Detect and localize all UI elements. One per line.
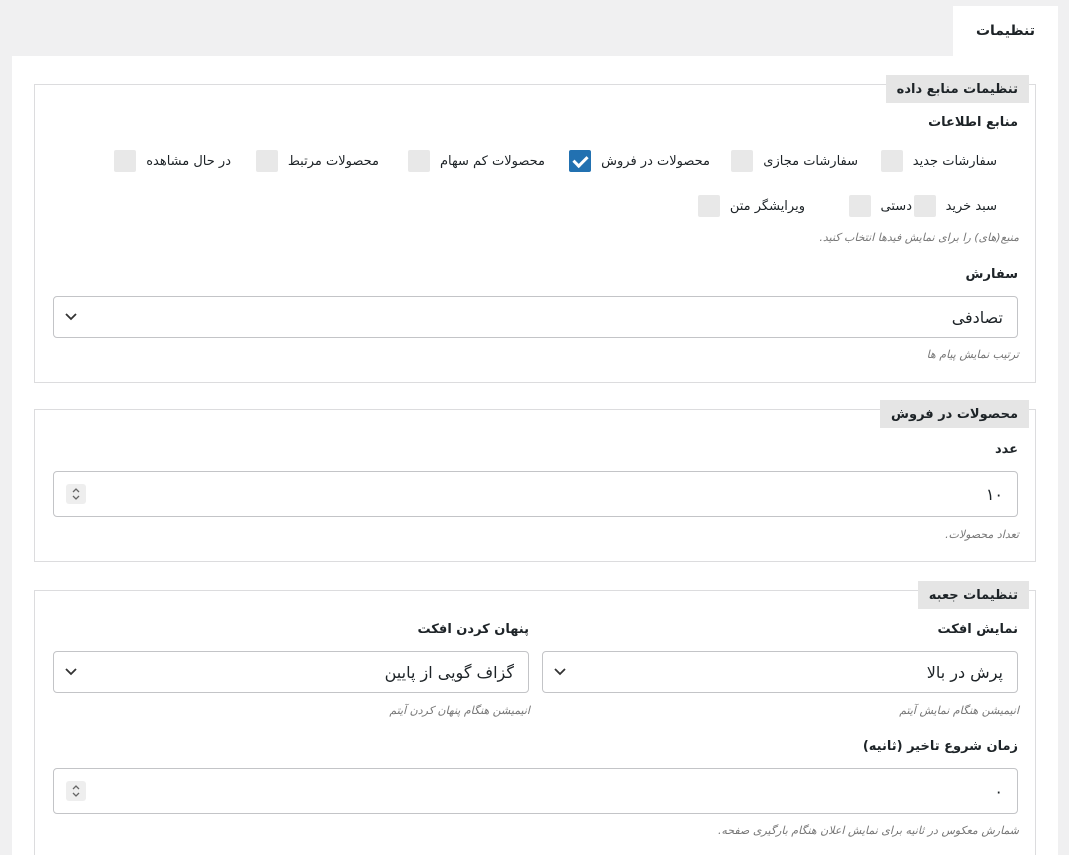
checkbox-label: در حال مشاهده xyxy=(146,153,231,169)
chevron-down-icon xyxy=(64,665,78,679)
checkbox-label: محصولات کم سهام xyxy=(440,153,545,169)
count-input-value: ۱۰ xyxy=(985,484,1003,504)
checkbox-box[interactable] xyxy=(731,150,754,172)
show-effect-value: پرش در بالا xyxy=(926,662,1003,682)
checkbox-related-products[interactable]: محصولات مرتبط xyxy=(255,150,379,172)
tab-settings[interactable]: تنظیمات xyxy=(953,6,1058,56)
checkbox-label: سبد خرید xyxy=(945,198,997,214)
datasource-fieldset: تنظیمات منابع داده منابع اطلاعات سفارشات… xyxy=(34,75,1036,383)
checkbox-box[interactable] xyxy=(913,195,936,217)
tab-strip: تنظیمات xyxy=(0,0,1069,56)
checkbox-box[interactable] xyxy=(114,150,137,172)
checkbox-text-editor[interactable]: ویرایشگر متن xyxy=(697,195,805,217)
onsale-fieldset: محصولات در فروش عدد ۱۰ تعداد محصولات. xyxy=(34,400,1036,562)
hide-effect-description: انیمیشن هنگام پنهان کردن آیتم xyxy=(389,704,530,717)
order-select-value: تصادفی xyxy=(951,307,1003,327)
order-label: سفارش xyxy=(965,267,1018,282)
spinner-icon[interactable] xyxy=(66,484,86,504)
sources-label: منابع اطلاعات xyxy=(928,115,1018,130)
onsale-legend: محصولات در فروش xyxy=(880,400,1029,428)
chevron-down-icon xyxy=(64,310,78,324)
settings-panel: تنظیمات منابع داده منابع اطلاعات سفارشات… xyxy=(12,56,1058,855)
chevron-down-icon xyxy=(553,665,567,679)
checkbox-box[interactable] xyxy=(880,150,903,172)
box-legend: تنظیمات جعبه xyxy=(917,581,1029,609)
checkbox-label: سفارشات مجازی xyxy=(763,153,858,169)
hide-effect-select[interactable]: گزاف گویی از پایین xyxy=(53,651,529,693)
datasource-legend: تنظیمات منابع داده xyxy=(885,75,1029,103)
checkbox-label: سفارشات جدید xyxy=(912,153,997,169)
checkbox-box[interactable] xyxy=(848,195,871,217)
show-effect-label: نمایش افکت xyxy=(937,622,1018,637)
checkbox-label: محصولات در فروش xyxy=(601,153,710,169)
count-label: عدد xyxy=(994,442,1018,457)
checkbox-viewing-now[interactable]: در حال مشاهده xyxy=(114,150,231,172)
checkbox-new-orders[interactable]: سفارشات جدید xyxy=(880,150,997,172)
checkbox-manual[interactable]: دستی xyxy=(848,195,912,217)
delay-input-value: ۰ xyxy=(994,781,1003,801)
delay-input[interactable]: ۰ xyxy=(53,768,1018,814)
checkbox-label: محصولات مرتبط xyxy=(287,153,379,169)
checkbox-box[interactable] xyxy=(569,150,592,172)
checkbox-low-stock[interactable]: محصولات کم سهام xyxy=(408,150,545,172)
hide-effect-label: پنهان کردن افکت xyxy=(417,622,529,637)
checkbox-box[interactable] xyxy=(408,150,430,172)
order-select[interactable]: تصادفی xyxy=(53,296,1018,338)
hide-effect-value: گزاف گویی از پایین xyxy=(384,662,514,682)
count-description: تعداد محصولات. xyxy=(945,528,1019,541)
checkbox-onsale-products[interactable]: محصولات در فروش xyxy=(569,150,710,172)
checkbox-label: دستی xyxy=(880,198,912,214)
delay-description: شمارش معکوس در ثانیه برای نمایش اعلان هن… xyxy=(717,824,1019,837)
checkbox-box[interactable] xyxy=(697,195,720,217)
show-effect-description: انیمیشن هنگام نمایش آیتم xyxy=(899,704,1019,717)
delay-label: زمان شروع تاخیر (ثانیه) xyxy=(862,739,1018,754)
show-effect-select[interactable]: پرش در بالا xyxy=(542,651,1018,693)
order-description: ترتیب نمایش پیام ها xyxy=(926,348,1019,361)
checkbox-box[interactable] xyxy=(255,150,278,172)
box-fieldset: تنظیمات جعبه نمایش افکت پرش در بالا انیم… xyxy=(34,581,1036,855)
checkbox-cart[interactable]: سبد خرید xyxy=(913,195,997,217)
sources-description: منبع(های) را برای نمایش فیدها انتخاب کنی… xyxy=(819,231,1019,244)
count-input[interactable]: ۱۰ xyxy=(53,471,1018,517)
checkbox-label: ویرایشگر متن xyxy=(729,198,805,214)
checkbox-virtual-orders[interactable]: سفارشات مجازی xyxy=(731,150,858,172)
spinner-icon[interactable] xyxy=(66,781,86,801)
